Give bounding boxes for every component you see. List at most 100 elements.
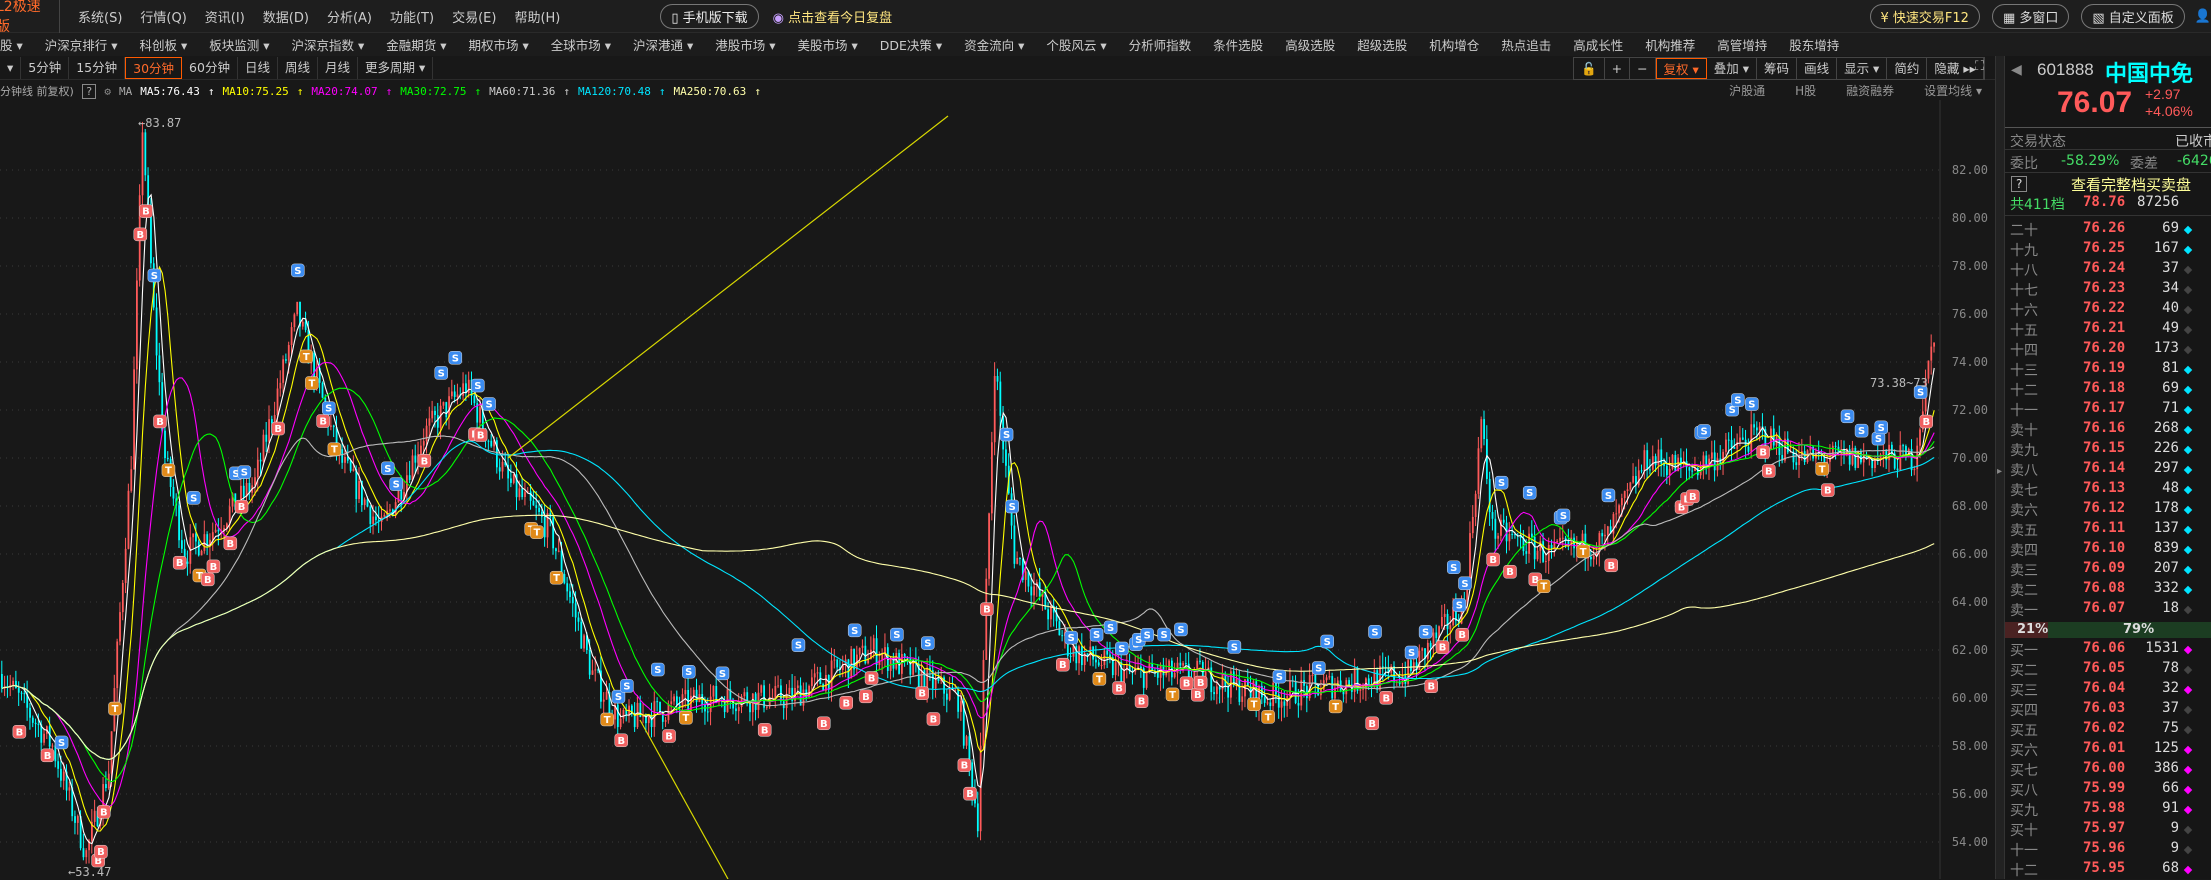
- signal-marker-s[interactable]: S: [1157, 627, 1171, 642]
- signal-marker-s[interactable]: S: [187, 491, 201, 505]
- menu-item[interactable]: 数据(D): [263, 7, 309, 26]
- signal-marker-b[interactable]: B: [206, 559, 221, 574]
- signal-marker-t[interactable]: T: [161, 463, 176, 477]
- signal-marker-t[interactable]: T: [1537, 579, 1551, 593]
- signal-marker-s[interactable]: S: [1447, 560, 1461, 575]
- ask-row[interactable]: 十九 76.25 167: [2005, 240, 2211, 260]
- signal-marker-b[interactable]: B: [172, 555, 187, 570]
- signal-marker-b[interactable]: B: [1424, 679, 1438, 693]
- signal-marker-b[interactable]: B: [1056, 657, 1070, 672]
- period-tab[interactable]: 30分钟: [125, 56, 183, 79]
- signal-marker-s[interactable]: S: [54, 735, 69, 750]
- signal-marker-s[interactable]: S: [1458, 576, 1472, 591]
- signal-marker-s[interactable]: S: [1368, 625, 1382, 639]
- signal-marker-s[interactable]: S: [1697, 424, 1711, 438]
- period-tab[interactable]: 日线: [238, 56, 278, 79]
- signal-marker-b[interactable]: B: [963, 786, 977, 801]
- menu-item[interactable]: 帮助(H): [514, 7, 560, 26]
- toolbar-button[interactable]: +: [1605, 58, 1631, 79]
- ask-row[interactable]: 十七 76.23 34: [2005, 280, 2211, 300]
- user-icon[interactable]: 👤: [2195, 9, 2211, 24]
- signal-marker-s[interactable]: S: [1140, 628, 1154, 642]
- signal-marker-s[interactable]: S: [1227, 640, 1242, 654]
- nav-item[interactable]: 分析师指数: [1129, 35, 1192, 54]
- ask-row[interactable]: 十八 76.24 37: [2005, 260, 2211, 280]
- signal-marker-s[interactable]: S: [651, 662, 665, 677]
- ask-row[interactable]: 卖三 76.09 207: [2005, 560, 2211, 580]
- signal-marker-s[interactable]: S: [1089, 627, 1104, 642]
- signal-marker-s[interactable]: S: [620, 679, 634, 693]
- nav-item[interactable]: 超级选股: [1357, 35, 1407, 54]
- nav-item[interactable]: 机构增仓: [1429, 35, 1479, 54]
- signal-marker-s[interactable]: S: [1312, 661, 1326, 675]
- signal-marker-s[interactable]: S: [1272, 669, 1287, 684]
- signal-marker-b[interactable]: B: [864, 671, 879, 685]
- signal-marker-b[interactable]: B: [417, 454, 432, 468]
- signal-marker-b[interactable]: B: [1134, 694, 1149, 708]
- period-tab[interactable]: 15分钟: [69, 56, 126, 79]
- signal-marker-b[interactable]: B: [473, 428, 488, 442]
- ask-row[interactable]: 十三 76.19 81: [2005, 360, 2211, 380]
- bid-row[interactable]: 买七 76.00 386: [2005, 760, 2211, 780]
- signal-marker-t[interactable]: T: [108, 701, 122, 716]
- menu-item[interactable]: 行情(Q): [140, 7, 186, 26]
- signal-marker-t[interactable]: T: [530, 525, 544, 539]
- signal-marker-t[interactable]: T: [299, 349, 313, 364]
- signal-marker-b[interactable]: B: [153, 414, 167, 429]
- signal-marker-s[interactable]: S: [1404, 645, 1419, 660]
- signal-marker-b[interactable]: B: [1486, 552, 1500, 567]
- toolbar-button[interactable]: 简约: [1887, 58, 1928, 79]
- bid-row[interactable]: 十二 75.95 68: [2005, 860, 2211, 880]
- bid-row[interactable]: 买五 76.02 75: [2005, 720, 2211, 740]
- bid-row[interactable]: 十一 75.96 9: [2005, 840, 2211, 860]
- nav-item[interactable]: 条件选股: [1213, 35, 1263, 54]
- signal-marker-s[interactable]: S: [1731, 393, 1745, 407]
- signal-marker-s[interactable]: S: [291, 263, 305, 278]
- bid-row[interactable]: 买一 76.06 1531: [2005, 640, 2211, 660]
- toolbar-button[interactable]: 画线: [1797, 58, 1838, 79]
- nav-item[interactable]: 热点追击: [1501, 35, 1551, 54]
- help-button[interactable]: ?: [2011, 176, 2028, 192]
- signal-marker-s[interactable]: S: [921, 636, 935, 650]
- signal-marker-t[interactable]: T: [1815, 462, 1829, 476]
- signal-marker-t[interactable]: T: [679, 710, 693, 725]
- toolbar-button[interactable]: 筹码: [1757, 58, 1798, 79]
- signal-marker-b[interactable]: B: [234, 499, 249, 514]
- signal-marker-s[interactable]: S: [1840, 409, 1855, 424]
- nav-item[interactable]: 沪深港通 ▾: [633, 35, 693, 54]
- signal-marker-b[interactable]: B: [1365, 716, 1379, 731]
- signal-marker-b[interactable]: B: [859, 689, 873, 704]
- signal-marker-b[interactable]: B: [1379, 691, 1393, 705]
- chart-link[interactable]: 设置均线 ▾: [1924, 82, 1982, 99]
- ask-row[interactable]: 十一 76.17 71: [2005, 400, 2211, 420]
- signal-marker-b[interactable]: B: [1179, 676, 1194, 690]
- signal-marker-s[interactable]: S: [1601, 488, 1616, 503]
- nav-item[interactable]: 资金流向 ▾: [964, 35, 1024, 54]
- signal-marker-b[interactable]: B: [1604, 558, 1618, 573]
- signal-marker-t[interactable]: T: [1261, 710, 1275, 724]
- ask-row[interactable]: 卖一 76.07 18: [2005, 600, 2211, 620]
- signal-marker-s[interactable]: S: [890, 627, 904, 642]
- signal-marker-s[interactable]: S: [999, 427, 1014, 442]
- bid-row[interactable]: 买十 75.97 9: [2005, 820, 2211, 840]
- signal-marker-b[interactable]: B: [614, 733, 628, 748]
- signal-marker-s[interactable]: S: [147, 268, 162, 283]
- nav-item[interactable]: 股 ▾: [0, 35, 23, 54]
- signal-marker-b[interactable]: B: [839, 696, 853, 710]
- signal-marker-b[interactable]: B: [139, 204, 153, 218]
- chart-link[interactable]: 融资融券: [1846, 82, 1894, 99]
- signal-marker-s[interactable]: S: [322, 401, 336, 415]
- signal-marker-b[interactable]: B: [133, 227, 148, 242]
- nav-item[interactable]: DDE决策 ▾: [880, 35, 942, 54]
- period-tab[interactable]: 月线: [318, 56, 358, 79]
- signal-marker-b[interactable]: B: [316, 414, 330, 428]
- nav-item[interactable]: 沪深京排行 ▾: [45, 35, 118, 54]
- signal-marker-s[interactable]: S: [791, 638, 806, 652]
- ask-row[interactable]: 卖二 76.08 332: [2005, 580, 2211, 600]
- signal-marker-b[interactable]: B: [201, 572, 215, 587]
- signal-marker-s[interactable]: S: [682, 664, 696, 679]
- signal-marker-s[interactable]: S: [1320, 634, 1334, 649]
- ask-row[interactable]: 卖七 76.13 48: [2005, 480, 2211, 500]
- bid-row[interactable]: 买三 76.04 32: [2005, 680, 2211, 700]
- signal-marker-b[interactable]: B: [223, 536, 238, 551]
